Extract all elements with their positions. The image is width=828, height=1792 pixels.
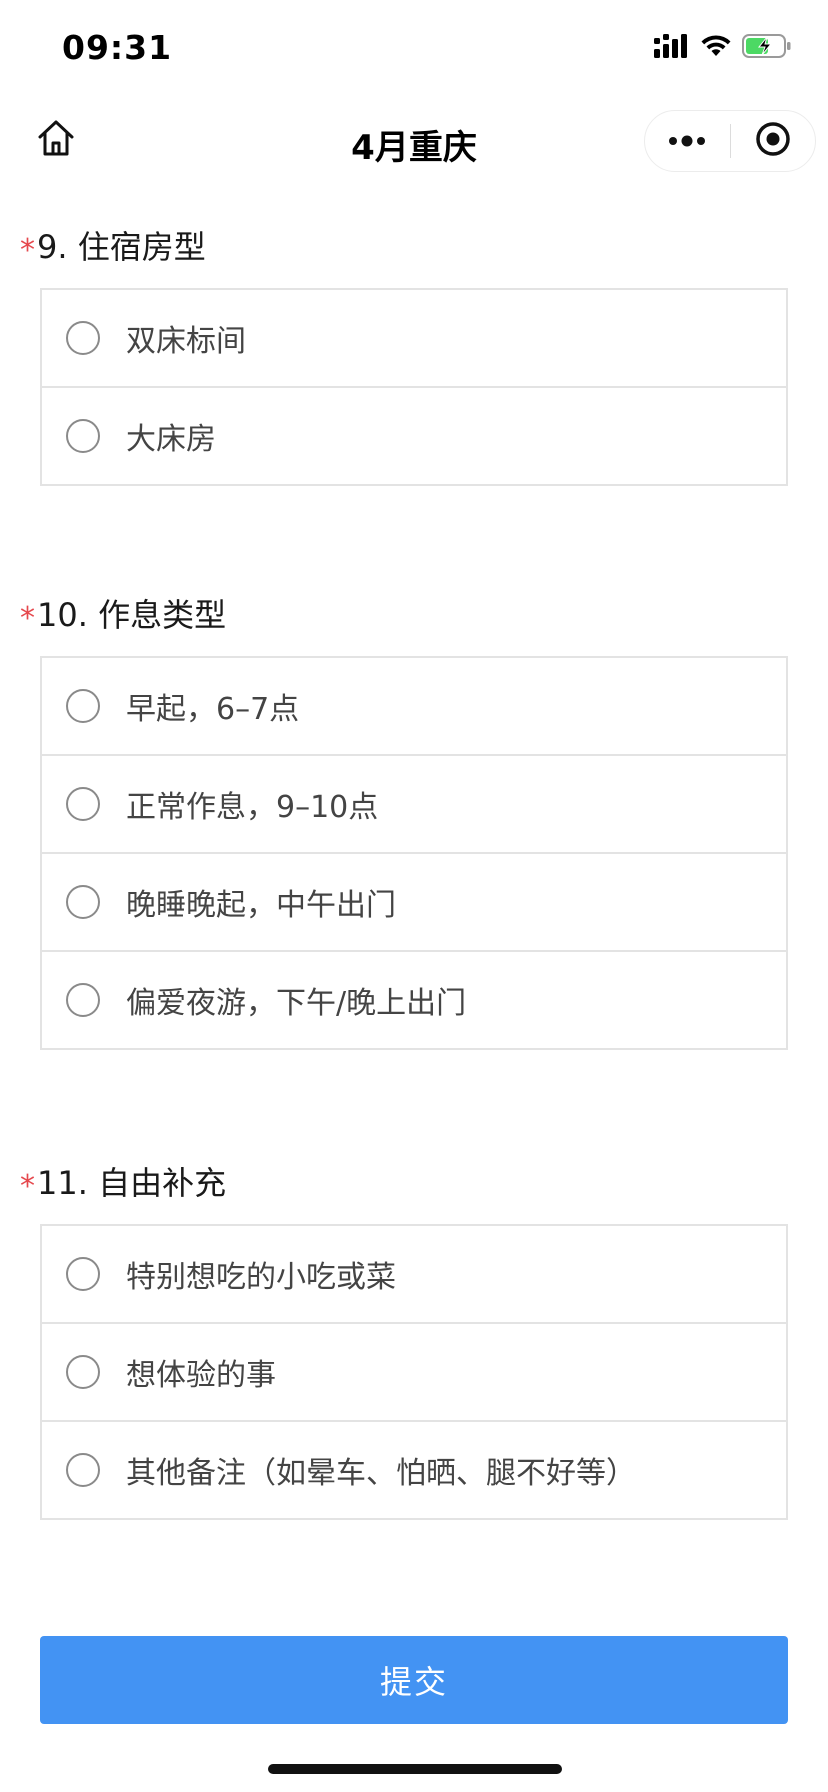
option-label: 正常作息，9–10点: [126, 790, 379, 825]
wifi-icon: [700, 34, 732, 62]
close-button[interactable]: [731, 111, 816, 171]
option-item[interactable]: 早起，6–7点: [42, 658, 786, 756]
options-list: 早起，6–7点 正常作息，9–10点 晚睡晚起，中午出门 偏爱夜游，下午/晚上出…: [40, 656, 788, 1050]
option-label: 想体验的事: [126, 1358, 276, 1393]
radio-button[interactable]: [66, 1355, 100, 1389]
option-item[interactable]: 双床标间: [42, 290, 786, 388]
option-label: 早起，6–7点: [126, 692, 300, 727]
options-list: 双床标间 大床房: [40, 288, 788, 486]
navigation-bar: 4月重庆: [0, 100, 828, 184]
home-indicator: [268, 1764, 562, 1774]
radio-button[interactable]: [66, 321, 100, 355]
option-label: 偏爱夜游，下午/晚上出门: [126, 986, 467, 1021]
option-label: 双床标间: [126, 324, 246, 359]
cellular-signal-icon: [654, 34, 690, 62]
battery-charging-icon: [742, 34, 792, 62]
option-item[interactable]: 偏爱夜游，下午/晚上出门: [42, 952, 786, 1048]
more-dots-icon: [667, 132, 707, 151]
status-bar: 09:31: [0, 0, 828, 100]
radio-button[interactable]: [66, 983, 100, 1017]
question-title: * 11. 自由补充: [20, 1158, 226, 1204]
option-item[interactable]: 晚睡晚起，中午出门: [42, 854, 786, 952]
question-title: * 9. 住宿房型: [20, 222, 206, 268]
required-mark: *: [20, 233, 35, 268]
mini-program-capsule: [644, 110, 816, 172]
radio-button[interactable]: [66, 1257, 100, 1291]
radio-button[interactable]: [66, 1453, 100, 1487]
option-label: 特别想吃的小吃或菜: [126, 1260, 396, 1295]
option-item[interactable]: 特别想吃的小吃或菜: [42, 1226, 786, 1324]
more-button[interactable]: [645, 111, 730, 171]
radio-button[interactable]: [66, 787, 100, 821]
question-title-text: 11. 自由补充: [37, 1164, 227, 1202]
radio-button[interactable]: [66, 885, 100, 919]
option-label: 其他备注（如晕车、怕晒、腿不好等）: [126, 1456, 636, 1491]
question-title-text: 10. 作息类型: [37, 596, 227, 634]
radio-button[interactable]: [66, 689, 100, 723]
options-list: 特别想吃的小吃或菜 想体验的事 其他备注（如晕车、怕晒、腿不好等）: [40, 1224, 788, 1520]
option-item[interactable]: 大床房: [42, 388, 786, 484]
status-icons: [654, 34, 792, 62]
required-mark: *: [20, 1169, 35, 1204]
option-label: 大床房: [126, 422, 216, 457]
radio-button[interactable]: [66, 419, 100, 453]
submit-button[interactable]: 提交: [40, 1636, 788, 1724]
required-mark: *: [20, 601, 35, 636]
question-title: * 10. 作息类型: [20, 590, 226, 636]
question-title-text: 9. 住宿房型: [37, 228, 206, 266]
option-label: 晚睡晚起，中午出门: [126, 888, 396, 923]
target-close-icon: [755, 121, 791, 161]
option-item[interactable]: 想体验的事: [42, 1324, 786, 1422]
option-item[interactable]: 正常作息，9–10点: [42, 756, 786, 854]
option-item[interactable]: 其他备注（如晕车、怕晒、腿不好等）: [42, 1422, 786, 1518]
status-time: 09:31: [62, 28, 173, 67]
